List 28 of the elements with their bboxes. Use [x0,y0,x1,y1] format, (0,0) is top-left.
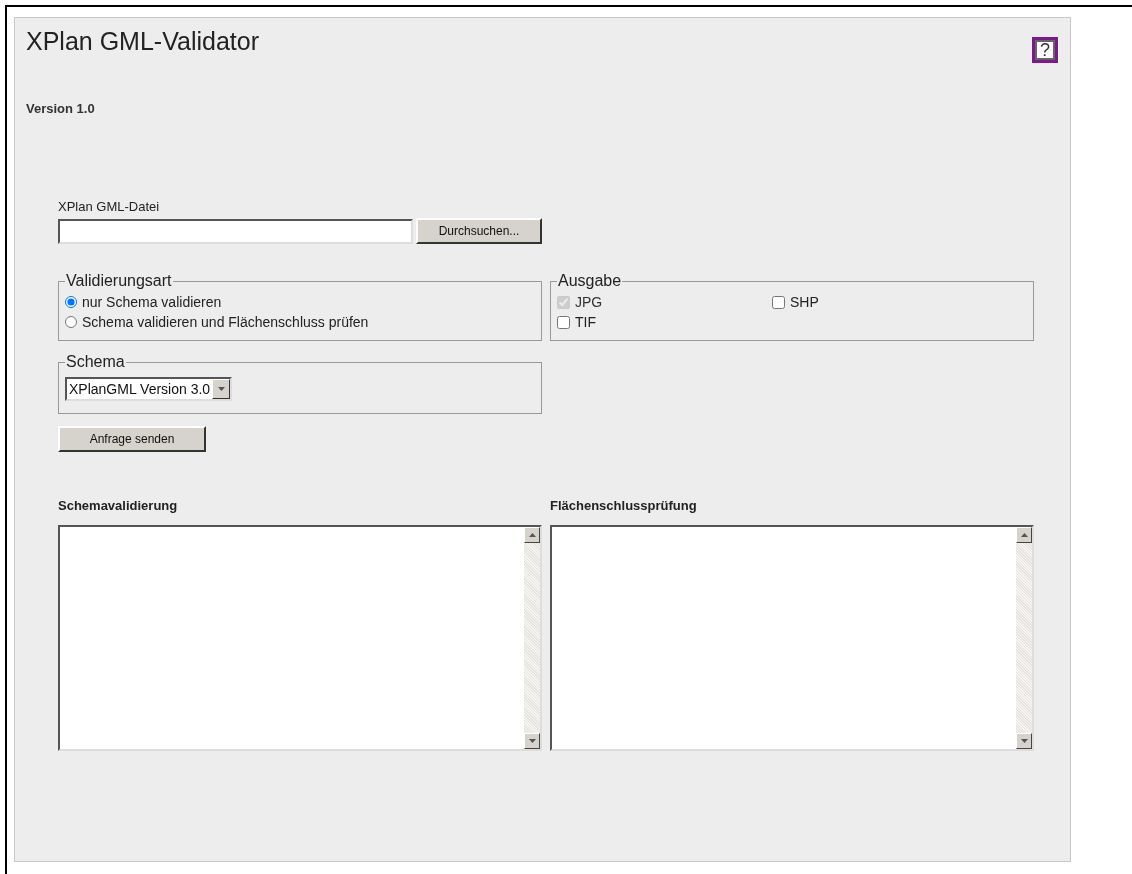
checkbox[interactable] [772,295,785,309]
version-text: Version 1.0 [26,101,95,116]
radio-button[interactable] [65,316,77,328]
group-legend: Schema [65,353,126,371]
radio-option[interactable]: nur Schema validieren [65,292,535,312]
scrollbar[interactable] [1016,527,1032,749]
radio-button[interactable] [65,296,77,308]
scroll-down-icon [528,739,536,743]
scroll-up-icon [1020,533,1028,537]
group-legend: Ausgabe [557,272,623,290]
result-heading: Schemavalidierung [58,498,178,513]
radio-option[interactable]: Schema validieren und Flächenschluss prüfen [65,312,535,332]
scroll-down-icon [1020,739,1028,743]
group-legend: Validierungsart [65,272,173,290]
scroll-up-icon [528,533,536,537]
checkbox-option[interactable]: TIF [557,312,772,332]
submit-button[interactable]: Anfrage senden [58,426,206,452]
dropdown-arrow-icon [217,387,225,391]
help-button[interactable]: ? [1032,37,1058,63]
file-input-field[interactable] [58,218,413,244]
browse-button[interactable]: Durchsuchen... [416,218,542,244]
field-label: XPlan GML-Datei [58,199,160,214]
checkbox-option[interactable]: SHP [772,292,972,312]
scrollbar[interactable] [524,527,540,749]
result-heading: Flächenschlussprüfung [550,498,697,513]
schema-select[interactable]: XPlanGML Version 3.0 [65,377,233,401]
page-title: XPlan GML-Validator [26,26,259,56]
checkbox[interactable] [557,315,570,329]
